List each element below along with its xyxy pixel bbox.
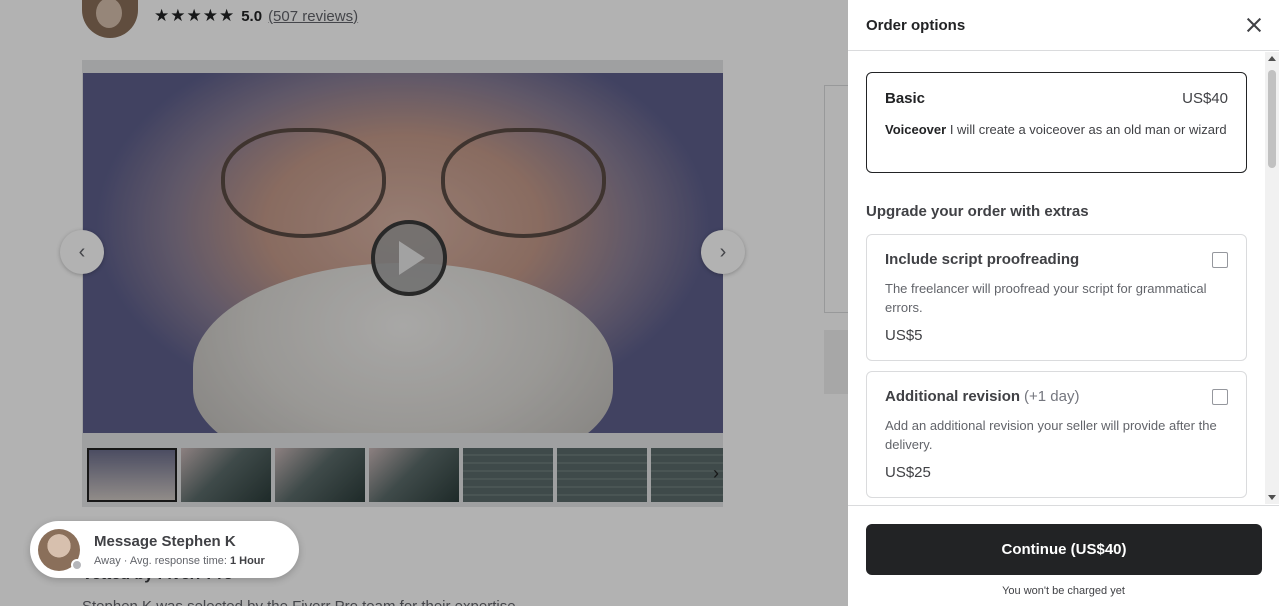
selected-package-card: Basic US$40 Voiceover I will create a vo… bbox=[866, 72, 1247, 173]
separator: · bbox=[123, 554, 128, 567]
seller-avatar bbox=[38, 528, 83, 571]
response-label: Avg. response time: bbox=[129, 554, 227, 567]
seller-status: Away bbox=[94, 554, 121, 567]
response-value: 1 Hour bbox=[229, 554, 265, 567]
charge-note: You won't be charged yet bbox=[1002, 585, 1125, 597]
scroll-thumb[interactable] bbox=[1268, 70, 1276, 168]
order-options-drawer: Order options Basic US$40 Voiceover I wi… bbox=[848, 0, 1279, 606]
extra-note: (+1 day) bbox=[1024, 388, 1080, 405]
extra-option-card[interactable]: Include script proofreading The freelanc… bbox=[866, 234, 1247, 361]
scroll-up-icon[interactable] bbox=[1268, 56, 1276, 61]
away-status-icon bbox=[71, 558, 83, 571]
gig-page-background: ★★★★★ 5.0 (507 reviews) ‹ › › Vetted by … bbox=[0, 0, 848, 606]
continue-button[interactable]: Continue (US$40) bbox=[866, 524, 1262, 575]
close-icon[interactable] bbox=[1247, 18, 1261, 32]
scroll-down-icon[interactable] bbox=[1268, 495, 1276, 500]
drawer-body: Basic US$40 Voiceover I will create a vo… bbox=[848, 52, 1279, 504]
package-price: US$40 bbox=[1182, 90, 1228, 107]
package-name: Basic bbox=[885, 90, 926, 107]
package-description-text: I will create a voiceover as an old man … bbox=[949, 122, 1227, 137]
extra-checkbox[interactable] bbox=[1212, 251, 1228, 268]
extra-description: Add an additional revision your seller w… bbox=[885, 418, 1217, 452]
drawer-title: Order options bbox=[866, 16, 966, 34]
extra-name-text: Additional revision bbox=[885, 388, 1021, 405]
extra-description: The freelancer will proofread your scrip… bbox=[885, 281, 1207, 315]
message-status-line: Away · Avg. response time: 1 Hour bbox=[94, 555, 265, 567]
package-description: Voiceover I will create a voiceover as a… bbox=[885, 120, 1228, 139]
extra-option-card[interactable]: Additional revision (+1 day) Add an addit… bbox=[866, 371, 1247, 498]
message-title: Message Stephen K bbox=[94, 532, 236, 550]
message-seller-bubble[interactable]: Message Stephen K Away · Avg. response t… bbox=[30, 521, 299, 578]
extras-heading: Upgrade your order with extras bbox=[866, 203, 1089, 220]
extra-price: US$5 bbox=[885, 327, 923, 344]
drawer-header: Order options bbox=[848, 0, 1279, 51]
extra-price: US$25 bbox=[885, 464, 931, 481]
extra-checkbox[interactable] bbox=[1212, 388, 1228, 405]
modal-overlay[interactable] bbox=[0, 0, 848, 606]
drawer-scrollbar[interactable] bbox=[1265, 52, 1279, 504]
extra-name: Include script proofreading bbox=[885, 251, 1079, 268]
drawer-footer: Continue (US$40) You won't be charged ye… bbox=[848, 505, 1279, 606]
extra-name-text: Include script proofreading bbox=[885, 251, 1080, 268]
extra-name: Additional revision (+1 day) bbox=[885, 388, 1079, 405]
package-label: Voiceover bbox=[885, 122, 947, 137]
